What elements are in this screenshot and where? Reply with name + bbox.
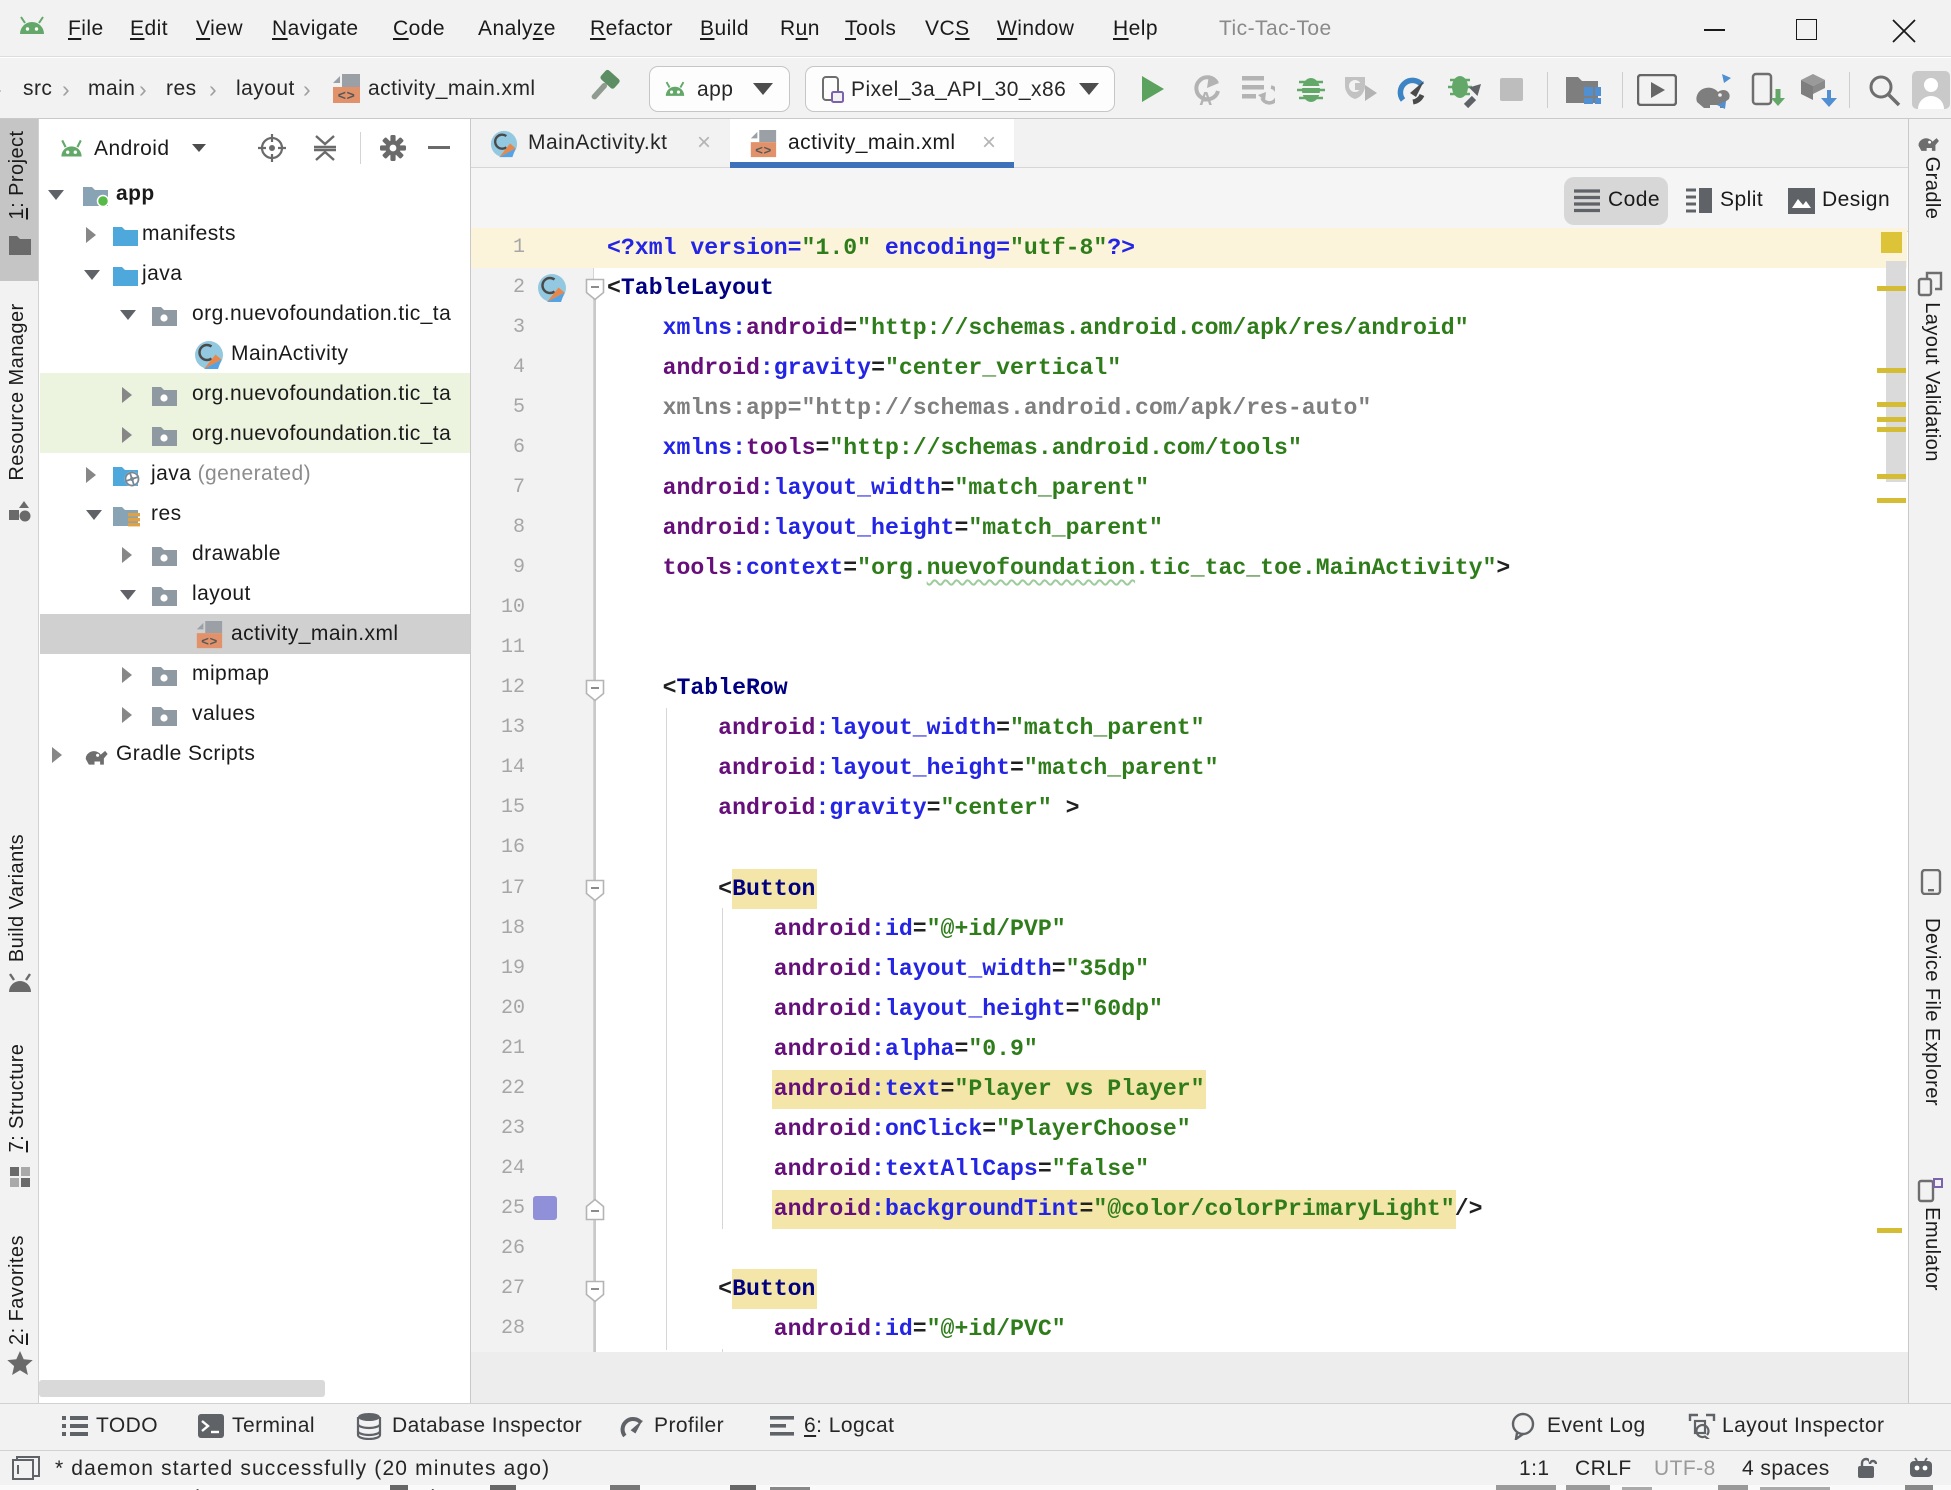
svg-text:<>: <> — [338, 89, 356, 105]
svg-text:A: A — [1199, 89, 1212, 107]
svg-text:<>: <> — [755, 143, 772, 158]
svg-text:<>: <> — [201, 634, 218, 649]
